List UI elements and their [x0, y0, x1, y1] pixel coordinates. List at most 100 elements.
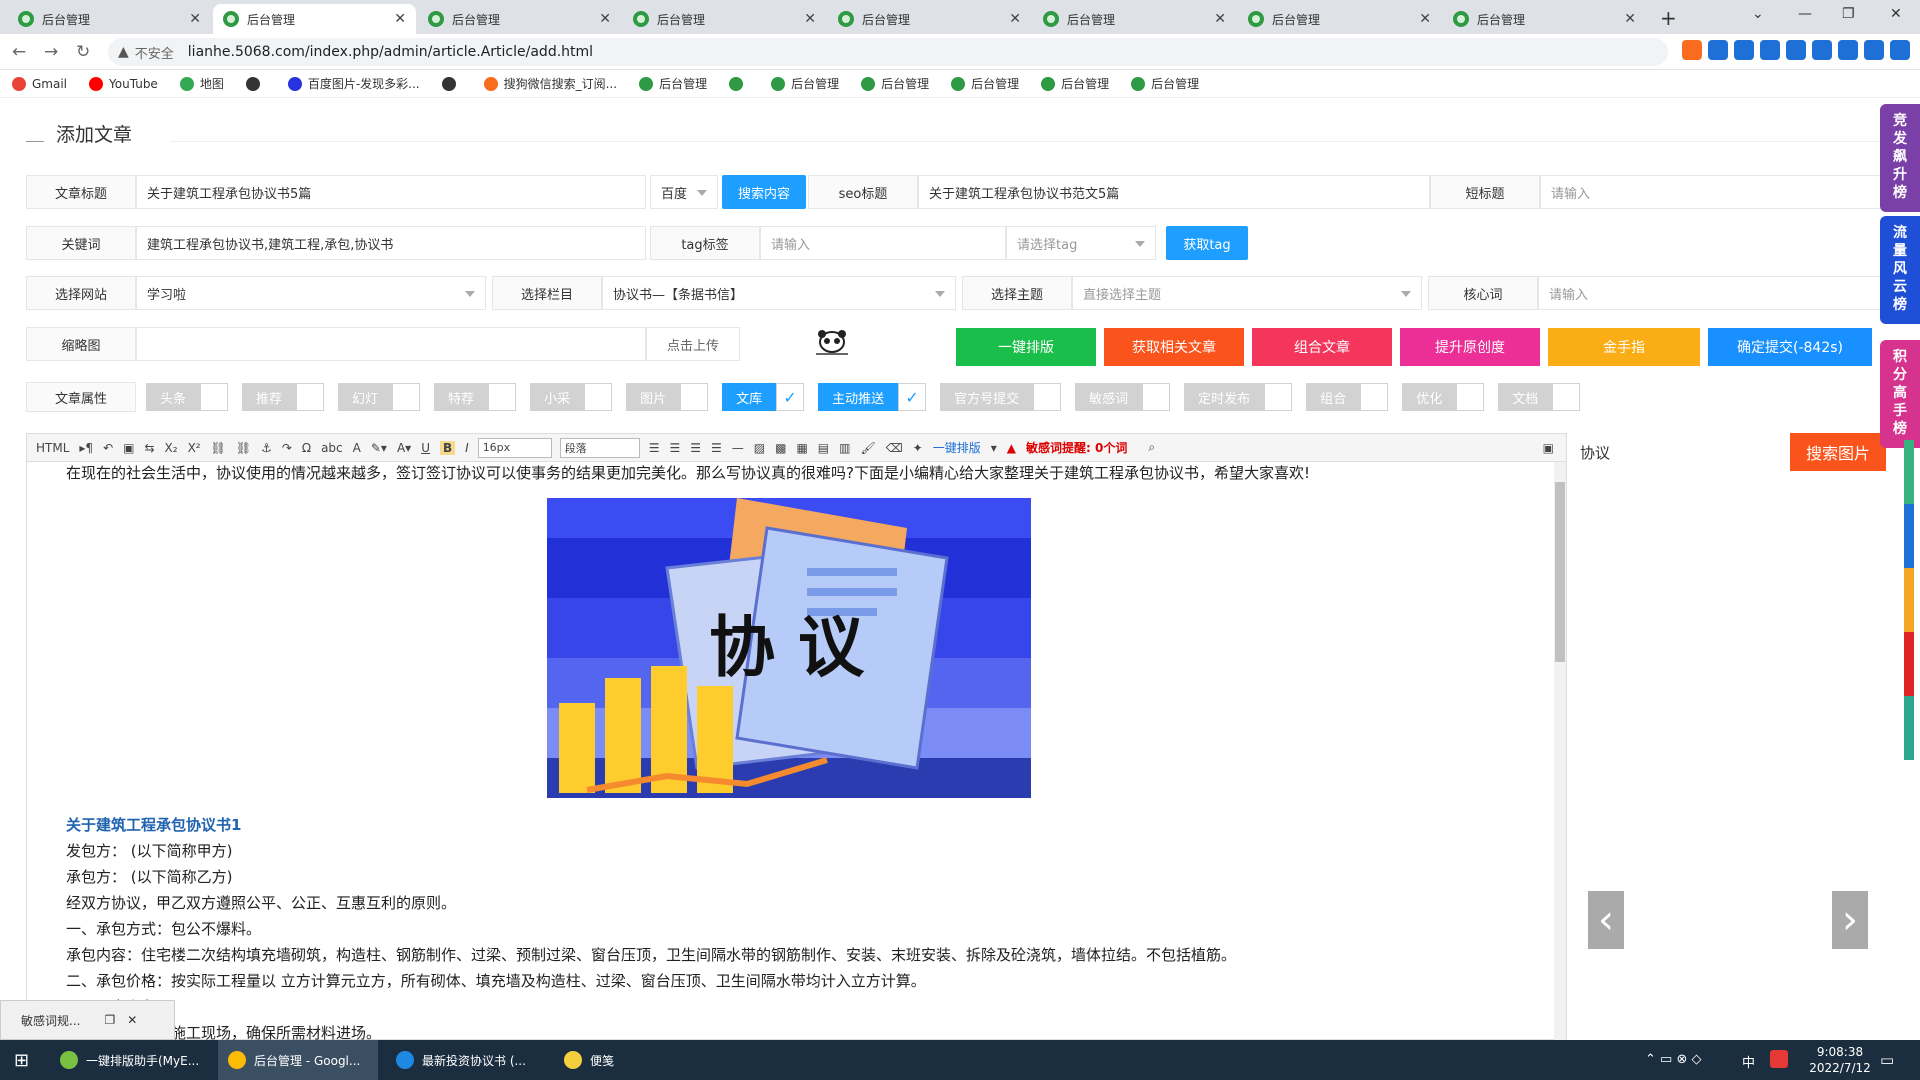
start-button[interactable]: ⊞ [4, 1040, 48, 1080]
sensitive-word-popup[interactable]: 敏感词规... ❐ ✕ [0, 1000, 175, 1040]
superscript-icon[interactable]: X² [188, 441, 201, 455]
next-arrow-icon[interactable]: › [1832, 891, 1868, 949]
paragraph-select[interactable]: 段落 [559, 437, 640, 458]
tab-close-icon[interactable]: ✕ [1009, 11, 1021, 27]
attribute-toggle[interactable]: 小采 [530, 383, 613, 411]
ranking-flag[interactable]: 流量风云榜 [1880, 216, 1920, 324]
attribute-toggle[interactable]: 文档 [1498, 383, 1581, 411]
attribute-toggle[interactable]: 组合 [1306, 383, 1389, 411]
attribute-toggle[interactable]: 头条 [146, 383, 229, 411]
bookmark-item[interactable]: YouTube [89, 76, 158, 91]
tab-close-icon[interactable]: ✕ [1419, 11, 1431, 27]
restore-button[interactable]: ❐ [1842, 6, 1855, 22]
chevron-down-icon[interactable]: ⌄ [1752, 6, 1764, 22]
bookmark-item[interactable] [729, 76, 749, 91]
search-image-button[interactable]: 搜索图片 [1790, 433, 1886, 471]
check-icon[interactable]: ✓ [898, 383, 927, 411]
action-button[interactable]: 确定提交(-842s) [1708, 328, 1872, 366]
bookmark-item[interactable]: 后台管理 [861, 75, 929, 92]
attribute-toggle[interactable]: 定时发布 [1184, 383, 1293, 411]
strikethrough-icon[interactable]: abc [321, 441, 343, 455]
clock[interactable]: 9:08:38 2022/7/12 [1800, 1044, 1880, 1076]
scrollbar-thumb[interactable] [1555, 482, 1565, 662]
italic-icon[interactable]: I [465, 441, 469, 455]
align-center-icon[interactable]: ☰ [690, 441, 701, 455]
tab-close-icon[interactable]: ✕ [1214, 11, 1226, 27]
html-icon[interactable]: HTML [36, 441, 69, 455]
checkbox-empty[interactable] [584, 383, 613, 411]
attribute-toggle[interactable]: 敏感词 [1075, 383, 1171, 411]
ranking-flag[interactable]: 积分高手榜 [1880, 340, 1920, 448]
forward-icon[interactable]: → [44, 42, 58, 62]
subscript-icon[interactable]: X₂ [165, 441, 178, 455]
checkbox-empty[interactable] [1552, 383, 1581, 411]
checkbox-empty[interactable] [392, 383, 421, 411]
bookmark-item[interactable]: Gmail [12, 76, 67, 91]
redo-icon[interactable]: ↷ [282, 441, 292, 455]
browser-tab[interactable]: 后台管理 ✕ [828, 4, 1031, 34]
tag-select[interactable]: 请选择tag [1006, 226, 1156, 260]
fullscreen-icon[interactable]: ▣ [1543, 441, 1554, 455]
ime-icon[interactable] [1708, 40, 1728, 60]
ime-indicator[interactable]: 中 [1742, 1052, 1755, 1071]
bookmark-item[interactable]: 搜狗微信搜索_订阅... [483, 75, 617, 92]
browser-tab[interactable]: 后台管理 ✕ [1443, 4, 1646, 34]
browser-tab[interactable]: 后台管理 ✕ [1238, 4, 1441, 34]
bookmark-item[interactable] [441, 76, 462, 91]
bold-icon[interactable]: B [439, 440, 456, 455]
taskbar-item[interactable]: 最新投资协议书 (... [386, 1040, 546, 1080]
link-icon[interactable]: ⛓ [211, 441, 226, 455]
anchor-icon[interactable]: ⚓ [261, 441, 272, 455]
taskbar-item[interactable]: 后台管理 - Googl... [218, 1040, 378, 1080]
bookmark-item[interactable]: 百度图片-发现多彩... [287, 75, 420, 92]
magic-icon[interactable]: ✦ [913, 441, 923, 455]
thumbnail-input[interactable] [136, 327, 646, 361]
copy-icon[interactable]: ❐ [104, 1013, 115, 1027]
one-key-format[interactable]: 一键排版 [933, 439, 981, 456]
short-title-input[interactable]: 请输入 [1540, 175, 1884, 209]
tag-input[interactable]: 请输入 [760, 226, 1006, 260]
site-select[interactable]: 学习啦 [136, 276, 486, 310]
minimize-button[interactable]: — [1798, 6, 1812, 22]
tab-close-icon[interactable]: ✕ [1624, 11, 1636, 27]
attribute-toggle[interactable]: 推荐 [242, 383, 325, 411]
checkbox-empty[interactable] [200, 383, 229, 411]
tray-icons[interactable]: ⌃ ▭ ⊗ ◇ [1645, 1052, 1701, 1067]
action-button[interactable]: 提升原创度 [1400, 328, 1540, 366]
browser-tab[interactable]: 后台管理 ✕ [213, 4, 416, 34]
get-tag-button[interactable]: 获取tag [1166, 226, 1248, 260]
bookmark-item[interactable]: 后台管理 [1131, 75, 1199, 92]
attribute-toggle[interactable]: 特荐 [434, 383, 517, 411]
bookmark-item[interactable]: 地图 [179, 75, 224, 92]
action-button[interactable]: 金手指 [1548, 328, 1700, 366]
bookmark-item[interactable]: 后台管理 [1041, 75, 1109, 92]
checkbox-empty[interactable] [1142, 383, 1171, 411]
font-size-select[interactable]: 16px [477, 437, 552, 458]
bookmark-item[interactable]: 后台管理 [951, 75, 1019, 92]
image-icon[interactable]: ▨ [754, 441, 765, 455]
tab-close-icon[interactable]: ✕ [599, 11, 611, 27]
brush-icon[interactable]: 🖌 [860, 441, 875, 455]
url-bar[interactable]: ▲ 不安全 lianhe.5068.com/index.php/admin/ar… [108, 38, 1668, 66]
checkbox-empty[interactable] [1456, 383, 1485, 411]
attribute-toggle[interactable]: 优化 [1402, 383, 1485, 411]
text-box-icon[interactable]: A [353, 441, 361, 455]
browser-tab[interactable]: 后台管理 ✕ [418, 4, 621, 34]
attribute-toggle[interactable]: 官方号提交 [940, 383, 1062, 411]
new-tab-button[interactable]: + [1660, 6, 1677, 30]
seo-input[interactable]: 关于建筑工程承包协议书范文5篇 [918, 175, 1430, 209]
omega-icon[interactable]: Ω [302, 441, 311, 455]
shirt-icon[interactable] [1864, 40, 1884, 60]
grid-icon[interactable] [1890, 40, 1910, 60]
paragraph-mark-icon[interactable]: ▸¶ [79, 441, 93, 455]
title-input[interactable]: 关于建筑工程承包协议书5篇 [136, 175, 646, 209]
attribute-toggle[interactable]: 幻灯 [338, 383, 421, 411]
unlink-icon[interactable]: ⛓ [236, 441, 251, 455]
attribute-toggle[interactable]: 图片 [626, 383, 709, 411]
taskbar-item[interactable]: 一键排版助手(MyE... [50, 1040, 210, 1080]
keyboard-icon[interactable] [1812, 40, 1832, 60]
bookmark-item[interactable]: 后台管理 [771, 75, 839, 92]
eraser-icon[interactable]: ⌫ [886, 441, 903, 455]
bookmark-item[interactable] [245, 76, 266, 91]
checkbox-empty[interactable] [296, 383, 325, 411]
